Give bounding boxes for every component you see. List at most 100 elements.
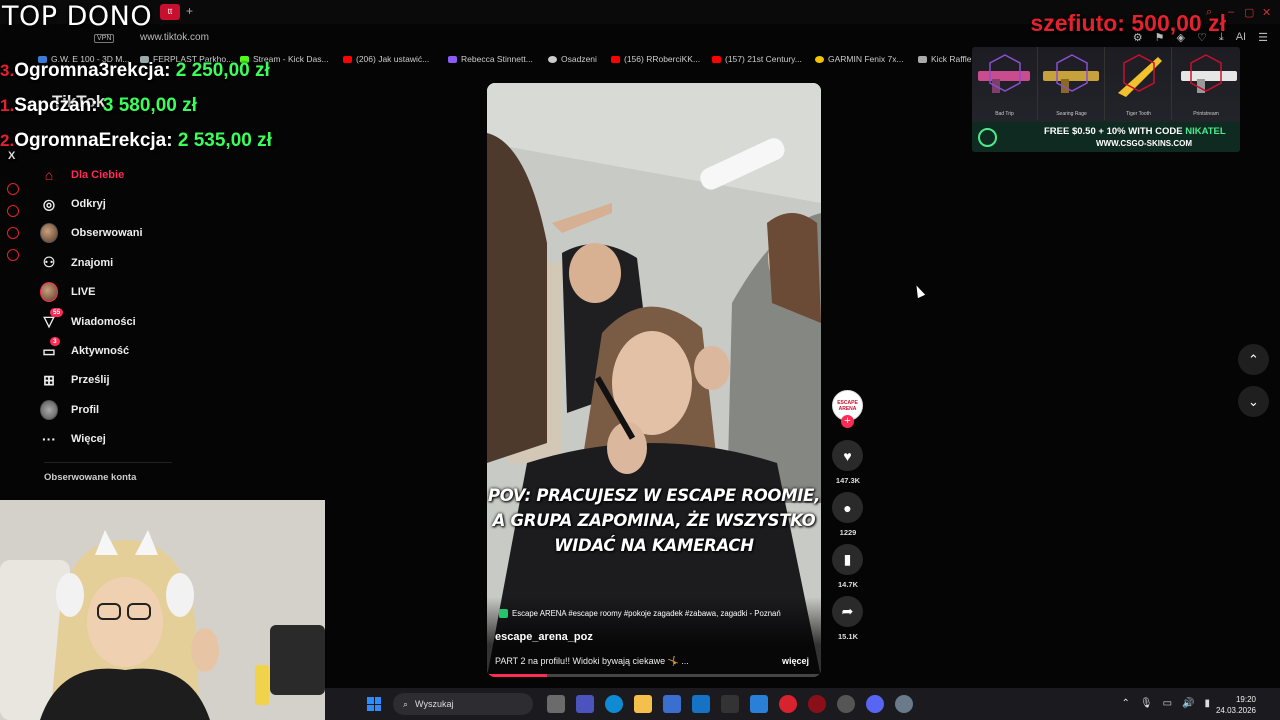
video-description: PART 2 na profilu!! Widoki bywają ciekaw… — [495, 656, 689, 666]
tags-text: Escape ARENA #escape roomy #pokoje zagad… — [512, 609, 781, 618]
opera-gx-icon[interactable] — [808, 695, 826, 713]
chevron-up-icon[interactable]: ⌃ — [1121, 698, 1129, 709]
bookmark-item[interactable]: (206) Jak ustawić... — [343, 54, 429, 64]
app-icon[interactable] — [837, 695, 855, 713]
donor-rank: 1. — [0, 96, 15, 115]
sidebar-item-odkryj[interactable]: ◎ Odkryj — [40, 189, 180, 218]
knife-icon — [1118, 54, 1162, 97]
comment-button[interactable]: ● — [832, 492, 863, 523]
app-icon[interactable] — [750, 695, 768, 713]
start-button[interactable] — [367, 697, 381, 711]
maximize-icon[interactable]: ▢ — [1244, 6, 1254, 19]
rifle-icon — [1181, 54, 1237, 93]
sidebar-item-label: Obserwowani — [71, 227, 143, 240]
friends-icon: ⚇ — [42, 254, 56, 271]
caption-line: A GRUPA ZAPOMINA, ŻE WSZYSTKO — [492, 511, 816, 530]
like-button[interactable]: ♥ — [832, 440, 863, 471]
ad-skin-item: Bad Trip — [972, 47, 1038, 120]
bookmark-item[interactable]: Kick Raffle — [918, 54, 971, 64]
opera-icon[interactable] — [779, 695, 797, 713]
csgo-skins-ad[interactable]: Bad Trip Searing Rage Tiger Tooth Prints… — [972, 47, 1240, 152]
teams-icon[interactable] — [576, 695, 594, 713]
close-icon[interactable]: ✕ — [1262, 6, 1271, 19]
clock[interactable]: 19:20 24.03.2026 — [1216, 694, 1256, 716]
sidebar-item-label: Znajomi — [71, 256, 114, 269]
ai-label[interactable]: AI — [1236, 31, 1246, 44]
top-donor-amount: 500,00 zł — [1131, 10, 1226, 36]
sidebar-item-dla-ciebie[interactable]: ⌂ Dla Ciebie — [40, 160, 180, 189]
follow-plus-icon[interactable]: + — [841, 415, 854, 428]
sidebar-item-wiadomosci[interactable]: ▽ 55 Wiadomości — [40, 307, 180, 336]
edge-icon[interactable] — [605, 695, 623, 713]
settings-mini-icon[interactable] — [7, 249, 19, 261]
file-explorer-icon[interactable] — [634, 695, 652, 713]
video-progress-fill — [487, 674, 548, 677]
top-dono-title: TOP DONO — [2, 1, 153, 32]
webcam-feed — [0, 500, 325, 720]
store-icon[interactable] — [663, 695, 681, 713]
minimize-icon[interactable]: – — [1228, 6, 1234, 18]
app-icon[interactable] — [721, 695, 739, 713]
sidebar-item-przeslij[interactable]: ⊞ Prześlij — [40, 366, 180, 395]
more-button[interactable]: więcej — [782, 656, 809, 666]
sidebar-item-label: Prześlij — [71, 374, 110, 387]
volume-icon[interactable]: 🔊 — [1182, 698, 1194, 709]
caption-line: POV: PRACUJESZ W ESCAPE ROOMIE, — [487, 486, 821, 505]
sidebar-item-wiecej[interactable]: ··· Więcej — [40, 425, 180, 454]
save-button[interactable]: ▮ — [832, 544, 863, 575]
bookmark-item[interactable]: Rebecca Stinnett... — [448, 54, 533, 64]
x-icon[interactable]: X — [8, 150, 15, 162]
url-field[interactable]: www.tiktok.com — [140, 32, 209, 43]
save-count: 14.7K — [837, 580, 858, 589]
sidebar-item-label: LIVE — [71, 286, 96, 299]
mini-icon[interactable] — [7, 205, 19, 217]
taskbar-search[interactable]: ⌕ Wyszukaj — [393, 693, 533, 715]
donor-name: Sapczan: — [14, 95, 98, 116]
sidebar-item-live[interactable]: LIVE — [40, 278, 180, 307]
settings-icon[interactable] — [895, 695, 913, 713]
sidebar-item-aktywnosc[interactable]: ▭ 3 Aktywność — [40, 336, 180, 365]
vpn-badge[interactable]: VPN — [94, 34, 115, 43]
bookmark-item[interactable]: Osadzeni — [548, 54, 597, 64]
sidebar-item-obserwowani[interactable]: Obserwowani — [40, 219, 180, 248]
sidebar-item-profil[interactable]: Profil — [40, 395, 180, 424]
active-tab[interactable]: tt — [160, 4, 180, 20]
screen: tt + ⌕ – ▢ ✕ VPN www.tiktok.com ⚙ ⚑ ◈ ♡ … — [0, 0, 1280, 720]
sidebar-item-label: Odkryj — [71, 198, 106, 211]
chevron-down-icon: ⌄ — [1248, 393, 1259, 409]
video-author[interactable]: escape_arena_poz — [495, 631, 593, 643]
bookmark-item[interactable]: (157) 21st Century... — [712, 54, 802, 64]
discord-icon[interactable] — [866, 695, 884, 713]
task-view-icon[interactable] — [547, 695, 565, 713]
video-progress-bar[interactable] — [487, 674, 821, 677]
battery-icon[interactable]: ▮ — [1204, 698, 1210, 709]
next-video-button[interactable]: ⌄ — [1238, 386, 1269, 417]
heart-icon: ♥ — [843, 447, 852, 464]
video-location-tags[interactable]: Escape ARENA #escape roomy #pokoje zagad… — [499, 609, 781, 618]
sidebar-item-label: Aktywność — [71, 345, 130, 358]
ad-url: WWW.CSGO-SKINS.COM — [1096, 139, 1192, 148]
menu-icon[interactable]: ☰ — [1258, 31, 1268, 44]
microphone-icon[interactable]: 🎙 — [1140, 698, 1153, 709]
donor-amount: 3 580,00 zł — [102, 95, 197, 116]
donor-row: 1.Sapczan: 3 580,00 zł — [0, 95, 197, 117]
donor-row: 3.Ogromna3rekcja: 2 250,00 zł — [0, 60, 270, 82]
search-icon: ⌕ — [403, 698, 409, 709]
new-tab-button[interactable]: + — [186, 4, 193, 18]
mini-icon[interactable] — [7, 227, 19, 239]
ad-skin-name: Printstream — [1193, 111, 1219, 117]
network-icon[interactable]: ▭ — [1163, 698, 1172, 709]
share-button[interactable]: ➦ — [832, 596, 863, 627]
webcam-image — [0, 500, 325, 720]
bookmark-item[interactable]: (156) RRoberciKK... — [611, 54, 700, 64]
notification-badge: 3 — [50, 337, 60, 347]
mini-icon[interactable] — [7, 183, 19, 195]
live-icon — [40, 282, 58, 303]
mail-icon[interactable] — [692, 695, 710, 713]
previous-video-button[interactable]: ⌃ — [1238, 344, 1269, 375]
sidebar-item-znajomi[interactable]: ⚇ Znajomi — [40, 248, 180, 277]
bookmark-item[interactable]: GARMIN Fenix 7x... — [815, 54, 904, 64]
video-player[interactable]: POV: PRACUJESZ W ESCAPE ROOMIE, A GRUPA … — [487, 83, 821, 677]
ad-skin-name: Bad Trip — [995, 111, 1014, 117]
bookmark-icon: ▮ — [843, 551, 852, 567]
